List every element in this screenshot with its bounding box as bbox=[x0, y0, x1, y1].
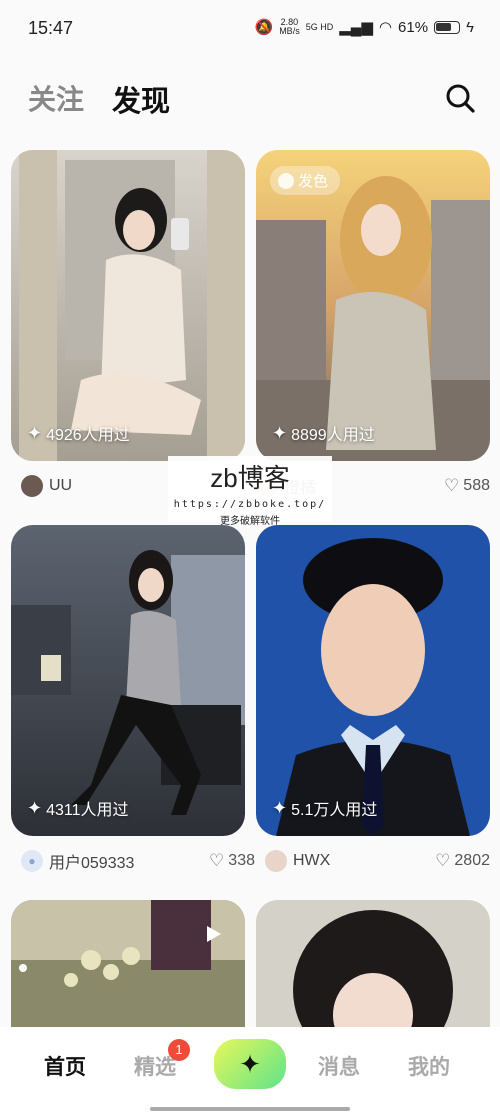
sparkle-icon: ✦ bbox=[239, 1048, 261, 1079]
feed-card-3[interactable]: ✦ 4311人用过 bbox=[11, 525, 245, 836]
card-image-3 bbox=[11, 525, 245, 836]
feed-card-1[interactable]: ✦ 4926人用过 bbox=[11, 150, 245, 461]
sparkle-icon: ✦ bbox=[27, 797, 43, 818]
feed-card-4[interactable]: ✦ 5.1万人用过 bbox=[256, 525, 490, 836]
palette-icon bbox=[278, 172, 294, 189]
home-indicator[interactable] bbox=[150, 1107, 350, 1111]
signal-icon: ▂▄▆ bbox=[339, 19, 373, 36]
mute-icon: 🔕 bbox=[254, 19, 274, 36]
status-time: 15:47 bbox=[28, 18, 74, 38]
author-name[interactable]: HWX bbox=[293, 852, 330, 870]
like-button[interactable]: ♡ 588 bbox=[444, 476, 490, 496]
nav-home[interactable]: 首页 bbox=[44, 1051, 86, 1081]
status-bar: 15:47 🔕 2.80 MB/s 5G HD ▂▄▆ ◠ 61% ϟ bbox=[0, 0, 500, 58]
avatar[interactable] bbox=[265, 850, 287, 872]
watermark-url: https://zbboke.top/ bbox=[173, 499, 327, 510]
author-name[interactable]: 用户059333 bbox=[49, 849, 134, 873]
used-count-badge: ✦ 4926人用过 bbox=[27, 422, 130, 445]
sparkle-icon: ✦ bbox=[27, 422, 43, 443]
card-image-1 bbox=[11, 150, 245, 461]
network-label: 5G HD bbox=[305, 22, 334, 32]
sparkle-icon: ✦ bbox=[272, 422, 288, 443]
avatar[interactable]: ● bbox=[21, 850, 43, 872]
feed-card-5[interactable] bbox=[11, 900, 245, 1040]
card-meta-3: ● 用户059333 ♡ 338 bbox=[21, 847, 255, 875]
wifi-icon: ◠ bbox=[378, 19, 393, 36]
nav-featured[interactable]: 精选 1 bbox=[134, 1039, 190, 1081]
used-count-badge: ✦ 8899人用过 bbox=[272, 422, 375, 445]
watermark-title: zb博客 bbox=[210, 463, 290, 493]
heart-icon: ♡ bbox=[435, 851, 451, 870]
feed-card-6[interactable] bbox=[256, 900, 490, 1040]
card-image-2 bbox=[256, 150, 490, 461]
tab-discover-label: 发现 bbox=[112, 86, 171, 118]
sparkle-icon: ✦ bbox=[272, 797, 288, 818]
nav-mine[interactable]: 我的 bbox=[408, 1051, 450, 1081]
search-icon[interactable] bbox=[444, 82, 476, 114]
watermark: zb博客 https://zbboke.top/ 更多破解软件 bbox=[168, 456, 332, 527]
create-button[interactable]: ✦ bbox=[214, 1039, 286, 1089]
author-name[interactable]: UU bbox=[49, 477, 72, 495]
tab-follow[interactable]: 关注 bbox=[28, 78, 84, 118]
charging-icon: ϟ bbox=[466, 18, 474, 36]
heart-icon: ♡ bbox=[444, 476, 460, 495]
battery-percent: 61% bbox=[398, 18, 429, 36]
bottom-nav: 首页 精选 1 ✦ 消息 我的 bbox=[0, 1027, 500, 1115]
nav-messages[interactable]: 消息 bbox=[318, 1051, 360, 1081]
tab-discover[interactable]: 发现 bbox=[110, 78, 175, 120]
used-count-badge: ✦ 5.1万人用过 bbox=[272, 797, 378, 820]
used-count-badge: ✦ 4311人用过 bbox=[27, 797, 129, 820]
nav-featured-label: 精选 bbox=[134, 1056, 176, 1079]
like-button[interactable]: ♡ 338 bbox=[209, 851, 255, 871]
card-image-5 bbox=[11, 900, 245, 1040]
status-indicators: 🔕 2.80 MB/s 5G HD ▂▄▆ ◠ 61% ϟ bbox=[254, 17, 475, 37]
card-meta-4: HWX ♡ 2802 bbox=[265, 847, 490, 875]
feed-card-2[interactable]: 发色 ✦ 8899人用过 bbox=[256, 150, 490, 461]
tag-hair-color: 发色 bbox=[270, 166, 341, 195]
battery-icon bbox=[434, 20, 461, 34]
heart-icon: ♡ bbox=[209, 851, 225, 870]
like-button[interactable]: ♡ 2802 bbox=[435, 851, 490, 871]
net-speed: 2.80 MB/s bbox=[279, 17, 300, 36]
card-image-4 bbox=[256, 525, 490, 836]
top-tabs: 关注 发现 bbox=[0, 72, 500, 128]
avatar[interactable] bbox=[21, 475, 43, 497]
notification-badge: 1 bbox=[168, 1039, 190, 1061]
card-image-6 bbox=[256, 900, 490, 1040]
